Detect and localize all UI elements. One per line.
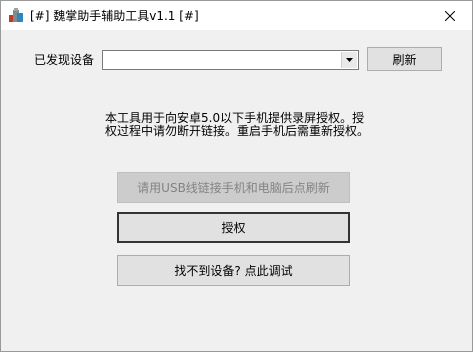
device-select[interactable] [102,50,359,70]
app-icon [8,7,24,23]
chevron-down-icon [346,58,353,62]
close-icon [445,10,455,21]
close-button[interactable] [428,1,472,30]
refresh-button[interactable]: 刷新 [367,47,442,71]
connect-hint-button[interactable]: 请用USB线链接手机和电脑后点刷新 [117,172,350,203]
device-select-dropdown[interactable] [341,52,357,68]
title-bar: [#] 魏掌助手辅助工具v1.1 [#] [1,1,472,30]
app-window: [#] 魏掌助手辅助工具v1.1 [#] 已发现设备 刷新 本工具用于向安卓5.… [0,0,473,352]
debug-button[interactable]: 找不到设备? 点此调试 [117,255,350,286]
found-devices-label: 已发现设备 [34,53,95,67]
info-line-2: 权过程中请勿断开链接。重启手机后需重新授权。 [105,124,370,138]
info-text: 本工具用于向安卓5.0以下手机提供录屏授权。授 权过程中请勿断开链接。重启手机后… [105,112,405,138]
authorize-button[interactable]: 授权 [117,212,350,243]
dialog-body: 已发现设备 刷新 本工具用于向安卓5.0以下手机提供录屏授权。授 权过程中请勿断… [1,30,472,351]
window-title: [#] 魏掌助手辅助工具v1.1 [#] [30,9,199,23]
